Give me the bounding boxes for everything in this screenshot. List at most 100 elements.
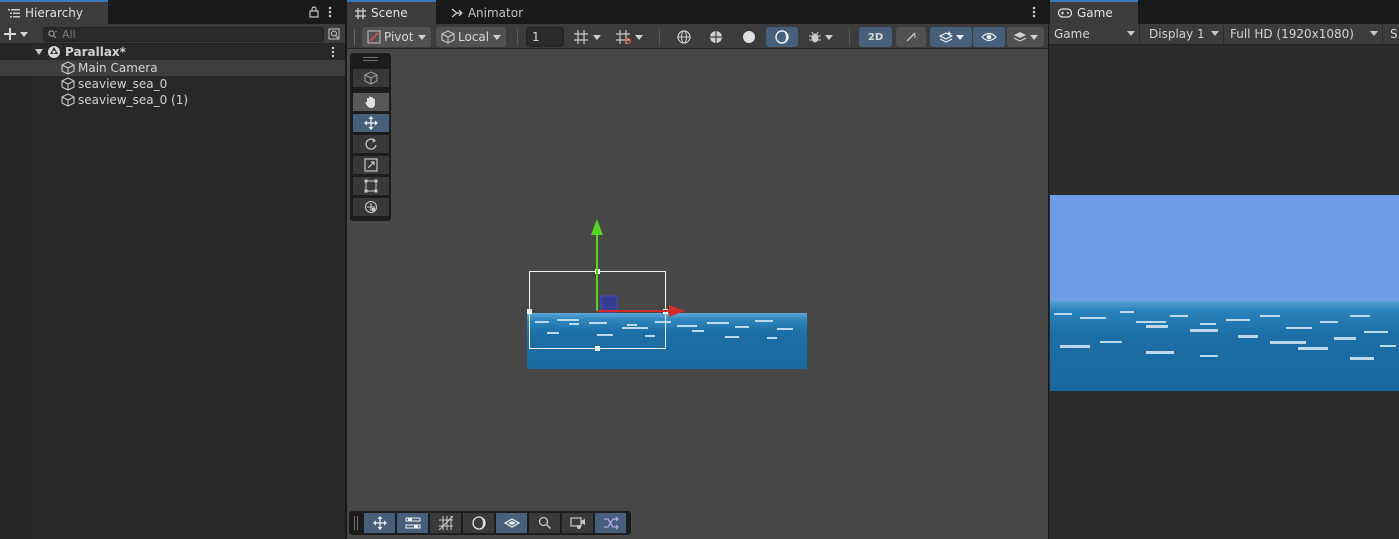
gizmos-dropdown[interactable] xyxy=(1007,27,1044,47)
half-sphere-icon xyxy=(471,516,486,530)
toolbar-separator xyxy=(849,29,850,45)
pivot-dropdown[interactable]: Pivot xyxy=(362,27,431,47)
hierarchy-item-seaview-sea-0[interactable]: seaview_sea_0 xyxy=(0,76,345,92)
animator-icon xyxy=(451,8,463,18)
shuffle-overlay-button[interactable] xyxy=(595,513,626,533)
grid-snap-input[interactable]: 1 xyxy=(526,27,564,47)
local-space-icon xyxy=(441,30,455,44)
local-dropdown[interactable]: Local xyxy=(436,27,506,47)
scene-visibility-toggle[interactable] xyxy=(973,27,1005,47)
local-label: Local xyxy=(458,30,490,44)
search-placeholder: All xyxy=(62,28,76,41)
chevron-down-icon xyxy=(20,31,28,37)
camera-icon xyxy=(569,517,585,529)
scale-icon xyxy=(364,158,378,172)
game-render-image xyxy=(1050,195,1399,391)
hierarchy-tree: Parallax* Main Camera seaview_sea_0 seav… xyxy=(0,44,345,539)
shuffle-icon xyxy=(603,516,619,530)
toolbar-grip[interactable] xyxy=(354,29,355,45)
transform-tool-button[interactable] xyxy=(353,198,389,216)
rotate-tool-button[interactable] xyxy=(353,135,389,153)
overlay-grip[interactable] xyxy=(354,516,355,530)
camera-overlay-button[interactable] xyxy=(562,513,593,533)
animator-tab-label: Animator xyxy=(467,6,523,20)
display-dropdown[interactable]: Display 1 xyxy=(1144,24,1224,44)
gameobject-cube-icon xyxy=(61,77,75,91)
tab-scene[interactable]: Scene xyxy=(347,0,436,24)
hierarchy-item-main-camera[interactable]: Main Camera xyxy=(0,60,345,76)
lighting-off-icon xyxy=(906,32,916,42)
wireframe-button[interactable] xyxy=(668,27,699,47)
game-render-view[interactable] xyxy=(1050,195,1399,391)
chevron-down-icon xyxy=(592,34,601,40)
scale-slider[interactable]: S xyxy=(1387,24,1399,44)
resolution-dropdown[interactable]: Full HD (1920x1080) xyxy=(1225,24,1383,44)
chevron-down-icon xyxy=(418,35,426,40)
tab-game[interactable]: Game xyxy=(1050,0,1138,24)
tab-animator[interactable]: Animator xyxy=(443,0,523,24)
rect-transform-icon xyxy=(364,179,378,193)
effects-layers-icon xyxy=(938,31,953,43)
layers-icon xyxy=(503,518,520,528)
gamepad-icon xyxy=(1058,8,1072,18)
lock-icon[interactable] xyxy=(309,6,319,18)
debug-draw-dropdown[interactable] xyxy=(800,27,840,47)
lighting-toggle[interactable] xyxy=(896,27,926,47)
toolbar-separator xyxy=(659,29,660,45)
chevron-down-icon xyxy=(955,34,964,40)
grid-overlay-button[interactable] xyxy=(430,513,461,533)
search-overlay-button[interactable] xyxy=(529,513,560,533)
hand-tool-button[interactable] xyxy=(353,93,389,111)
shaded-wireframe-button[interactable] xyxy=(700,27,731,47)
rotate-icon xyxy=(365,138,377,150)
game-view-label: Game xyxy=(1054,27,1090,41)
camera-gizmo[interactable] xyxy=(525,217,685,353)
wireframe-sphere-icon xyxy=(676,30,691,44)
foldout-expanded-icon[interactable] xyxy=(35,49,43,55)
view-tool-button[interactable] xyxy=(353,69,389,87)
resolution-label: Full HD (1920x1080) xyxy=(1230,27,1354,41)
game-view-dropdown[interactable]: Game xyxy=(1049,24,1140,44)
scene-search-toggle-icon[interactable] xyxy=(328,28,340,40)
tab-hierarchy[interactable]: Hierarchy xyxy=(0,0,108,24)
layers-overlay-button[interactable] xyxy=(496,513,527,533)
scale-label: S xyxy=(1390,27,1398,41)
scene-root-row[interactable]: Parallax* xyxy=(0,44,345,60)
hierarchy-item-label: seaview_sea_0 xyxy=(78,77,168,91)
tool-settings-overlay-button[interactable] xyxy=(397,513,428,533)
draw-mode-overlay-button[interactable] xyxy=(463,513,494,533)
grid-snap-value: 1 xyxy=(532,30,540,44)
hierarchy-gutter xyxy=(0,44,32,539)
cube-view-icon xyxy=(364,71,378,85)
move-tool-button[interactable] xyxy=(353,114,389,132)
effects-dropdown[interactable] xyxy=(930,27,972,47)
hierarchy-item-seaview-sea-0-1[interactable]: seaview_sea_0 (1) xyxy=(0,92,345,108)
scene-toolbar: Pivot Local 1 2D xyxy=(347,24,1048,49)
game-tabstrip: Game xyxy=(1049,0,1399,24)
scale-tool-button[interactable] xyxy=(353,156,389,174)
shaded-button[interactable] xyxy=(733,27,764,47)
increment-snapping-dropdown[interactable] xyxy=(610,27,648,47)
chevron-down-icon xyxy=(634,34,643,40)
gizmos-layers-icon xyxy=(1013,32,1027,42)
grid-icon xyxy=(355,7,366,19)
create-button[interactable] xyxy=(4,26,34,42)
2d-mode-toggle[interactable]: 2D xyxy=(859,27,892,47)
unlit-button[interactable] xyxy=(766,27,798,47)
debug-bug-icon xyxy=(808,31,821,43)
move-arrows-icon xyxy=(372,516,387,530)
scene-kebab-icon[interactable] xyxy=(331,46,335,58)
scene-kebab-icon[interactable] xyxy=(1032,6,1036,18)
hierarchy-search-input[interactable]: All xyxy=(43,27,324,42)
move-overlay-button[interactable] xyxy=(364,513,395,533)
shaded-wireframe-icon xyxy=(709,31,722,43)
hierarchy-tabstrip: Hierarchy xyxy=(0,0,345,24)
kebab-menu-icon[interactable] xyxy=(328,6,332,18)
overlay-grip[interactable] xyxy=(363,57,378,58)
rect-tool-button[interactable] xyxy=(353,177,389,195)
scene-viewport[interactable] xyxy=(347,49,1048,539)
grid-snapping-dropdown[interactable] xyxy=(569,27,605,47)
search-icon xyxy=(48,30,57,39)
unity-scene-icon xyxy=(48,46,60,58)
hierarchy-item-label: Main Camera xyxy=(78,61,158,75)
